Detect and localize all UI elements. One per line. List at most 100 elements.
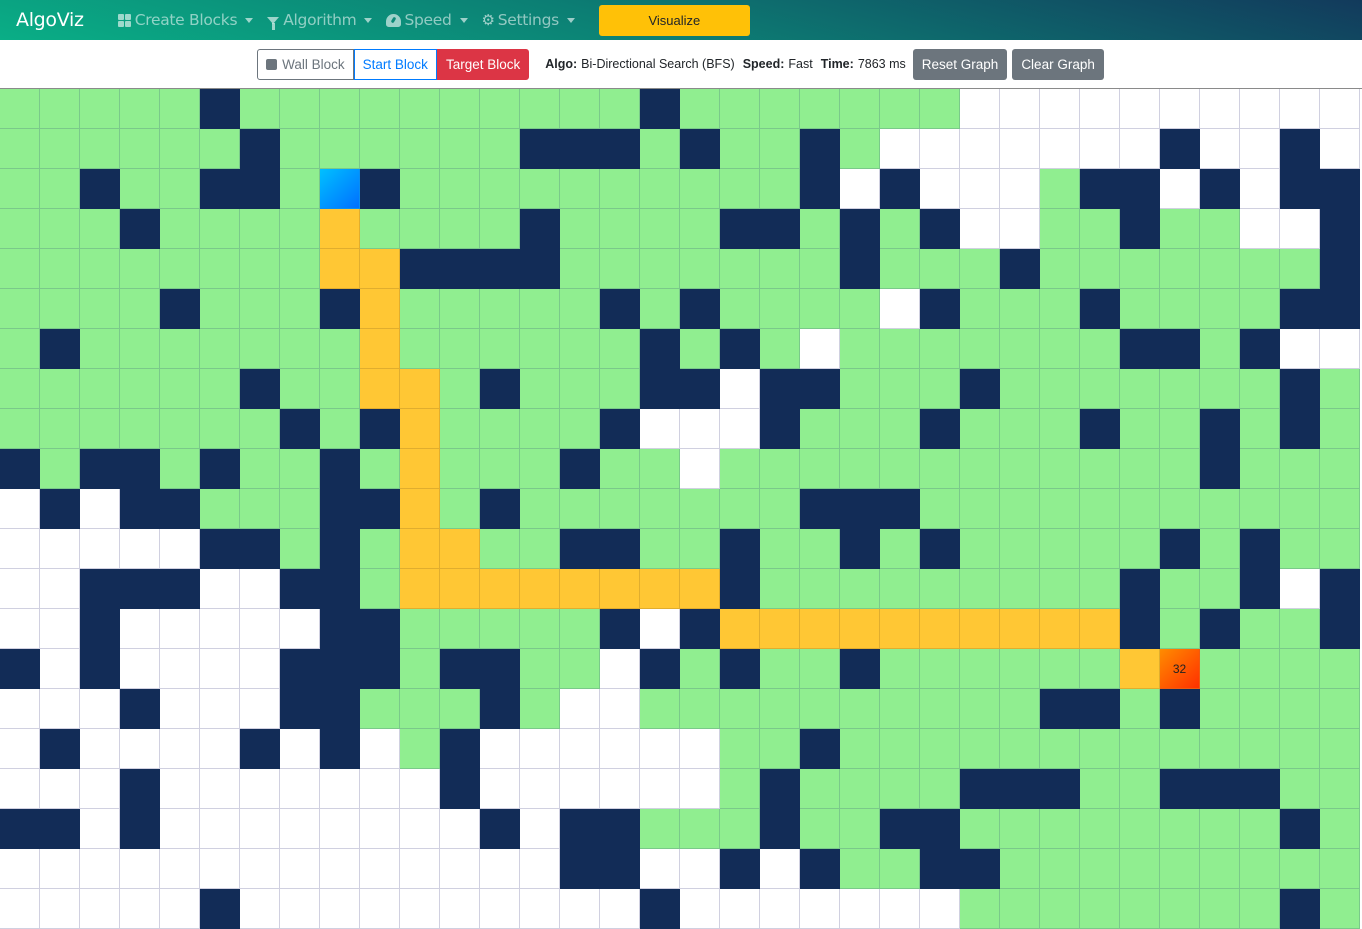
empty-cell[interactable] xyxy=(840,889,880,929)
path-cell[interactable] xyxy=(760,609,800,649)
visited-cell[interactable] xyxy=(1160,889,1200,929)
wall-cell[interactable] xyxy=(720,529,760,569)
wall-cell[interactable] xyxy=(600,849,640,889)
visited-cell[interactable] xyxy=(560,249,600,289)
visited-cell[interactable] xyxy=(200,409,240,449)
visited-cell[interactable] xyxy=(280,169,320,209)
empty-cell[interactable] xyxy=(320,849,360,889)
wall-cell[interactable] xyxy=(920,849,960,889)
wall-cell[interactable] xyxy=(1280,889,1320,929)
visualize-button[interactable]: Visualize xyxy=(598,4,750,36)
visited-cell[interactable] xyxy=(1200,489,1240,529)
empty-cell[interactable] xyxy=(280,769,320,809)
visited-cell[interactable] xyxy=(480,329,520,369)
wall-cell[interactable] xyxy=(360,409,400,449)
empty-cell[interactable] xyxy=(280,729,320,769)
visited-cell[interactable] xyxy=(240,289,280,329)
visited-cell[interactable] xyxy=(120,409,160,449)
visited-cell[interactable] xyxy=(440,169,480,209)
visited-cell[interactable] xyxy=(840,329,880,369)
wall-cell[interactable] xyxy=(920,529,960,569)
visited-cell[interactable] xyxy=(200,209,240,249)
visited-cell[interactable] xyxy=(1160,569,1200,609)
empty-cell[interactable] xyxy=(920,129,960,169)
visited-cell[interactable] xyxy=(480,529,520,569)
wall-cell[interactable] xyxy=(1160,689,1200,729)
visited-cell[interactable] xyxy=(720,129,760,169)
visited-cell[interactable] xyxy=(1000,369,1040,409)
empty-cell[interactable] xyxy=(800,329,840,369)
visited-cell[interactable] xyxy=(360,569,400,609)
visited-cell[interactable] xyxy=(1240,889,1280,929)
wall-cell[interactable] xyxy=(120,809,160,849)
visited-cell[interactable] xyxy=(1320,889,1360,929)
visited-cell[interactable] xyxy=(1320,849,1360,889)
visited-cell[interactable] xyxy=(520,289,560,329)
wall-cell[interactable] xyxy=(160,489,200,529)
wall-cell[interactable] xyxy=(120,209,160,249)
wall-cell[interactable] xyxy=(760,809,800,849)
visited-cell[interactable] xyxy=(720,89,760,129)
wall-cell[interactable] xyxy=(1200,609,1240,649)
visited-cell[interactable] xyxy=(520,369,560,409)
wall-cell[interactable] xyxy=(280,649,320,689)
clear-graph-button[interactable]: Clear Graph xyxy=(1012,48,1104,80)
wall-cell[interactable] xyxy=(800,369,840,409)
visited-cell[interactable] xyxy=(80,289,120,329)
visited-cell[interactable] xyxy=(1320,449,1360,489)
visited-cell[interactable] xyxy=(1080,569,1120,609)
visited-cell[interactable] xyxy=(40,289,80,329)
visited-cell[interactable] xyxy=(1040,489,1080,529)
empty-cell[interactable] xyxy=(640,769,680,809)
path-cell[interactable] xyxy=(840,609,880,649)
empty-cell[interactable] xyxy=(320,809,360,849)
empty-cell[interactable] xyxy=(80,729,120,769)
start-block-button[interactable]: Start Block xyxy=(353,48,437,80)
wall-cell[interactable] xyxy=(1240,569,1280,609)
wall-cell[interactable] xyxy=(640,889,680,929)
visited-cell[interactable] xyxy=(0,169,40,209)
visited-cell[interactable] xyxy=(520,449,560,489)
wall-cell[interactable] xyxy=(640,89,680,129)
empty-cell[interactable] xyxy=(360,769,400,809)
path-cell[interactable] xyxy=(720,609,760,649)
wall-cell[interactable] xyxy=(40,489,80,529)
empty-cell[interactable] xyxy=(360,729,400,769)
empty-cell[interactable] xyxy=(720,369,760,409)
empty-cell[interactable] xyxy=(600,649,640,689)
visited-cell[interactable] xyxy=(800,449,840,489)
visited-cell[interactable] xyxy=(800,649,840,689)
wall-cell[interactable] xyxy=(840,489,880,529)
path-cell[interactable] xyxy=(960,609,1000,649)
target-node[interactable]: 32 xyxy=(1160,649,1200,689)
visited-cell[interactable] xyxy=(400,609,440,649)
visited-cell[interactable] xyxy=(1320,489,1360,529)
visited-cell[interactable] xyxy=(480,129,520,169)
visited-cell[interactable] xyxy=(560,169,600,209)
visited-cell[interactable] xyxy=(1080,809,1120,849)
visited-cell[interactable] xyxy=(560,609,600,649)
path-cell[interactable] xyxy=(1000,609,1040,649)
empty-cell[interactable] xyxy=(1040,89,1080,129)
visited-cell[interactable] xyxy=(1240,689,1280,729)
empty-cell[interactable] xyxy=(40,649,80,689)
visited-cell[interactable] xyxy=(880,569,920,609)
wall-cell[interactable] xyxy=(760,409,800,449)
visited-cell[interactable] xyxy=(40,249,80,289)
wall-cell[interactable] xyxy=(800,129,840,169)
empty-cell[interactable] xyxy=(1240,169,1280,209)
visited-cell[interactable] xyxy=(80,409,120,449)
visited-cell[interactable] xyxy=(120,129,160,169)
empty-cell[interactable] xyxy=(240,849,280,889)
wall-cell[interactable] xyxy=(520,209,560,249)
empty-cell[interactable] xyxy=(320,889,360,929)
visited-cell[interactable] xyxy=(880,409,920,449)
wall-cell[interactable] xyxy=(800,489,840,529)
wall-cell[interactable] xyxy=(600,529,640,569)
visited-cell[interactable] xyxy=(1040,169,1080,209)
visited-cell[interactable] xyxy=(720,489,760,529)
empty-cell[interactable] xyxy=(0,609,40,649)
visited-cell[interactable] xyxy=(1240,649,1280,689)
wall-cell[interactable] xyxy=(1080,689,1120,729)
visited-cell[interactable] xyxy=(920,569,960,609)
